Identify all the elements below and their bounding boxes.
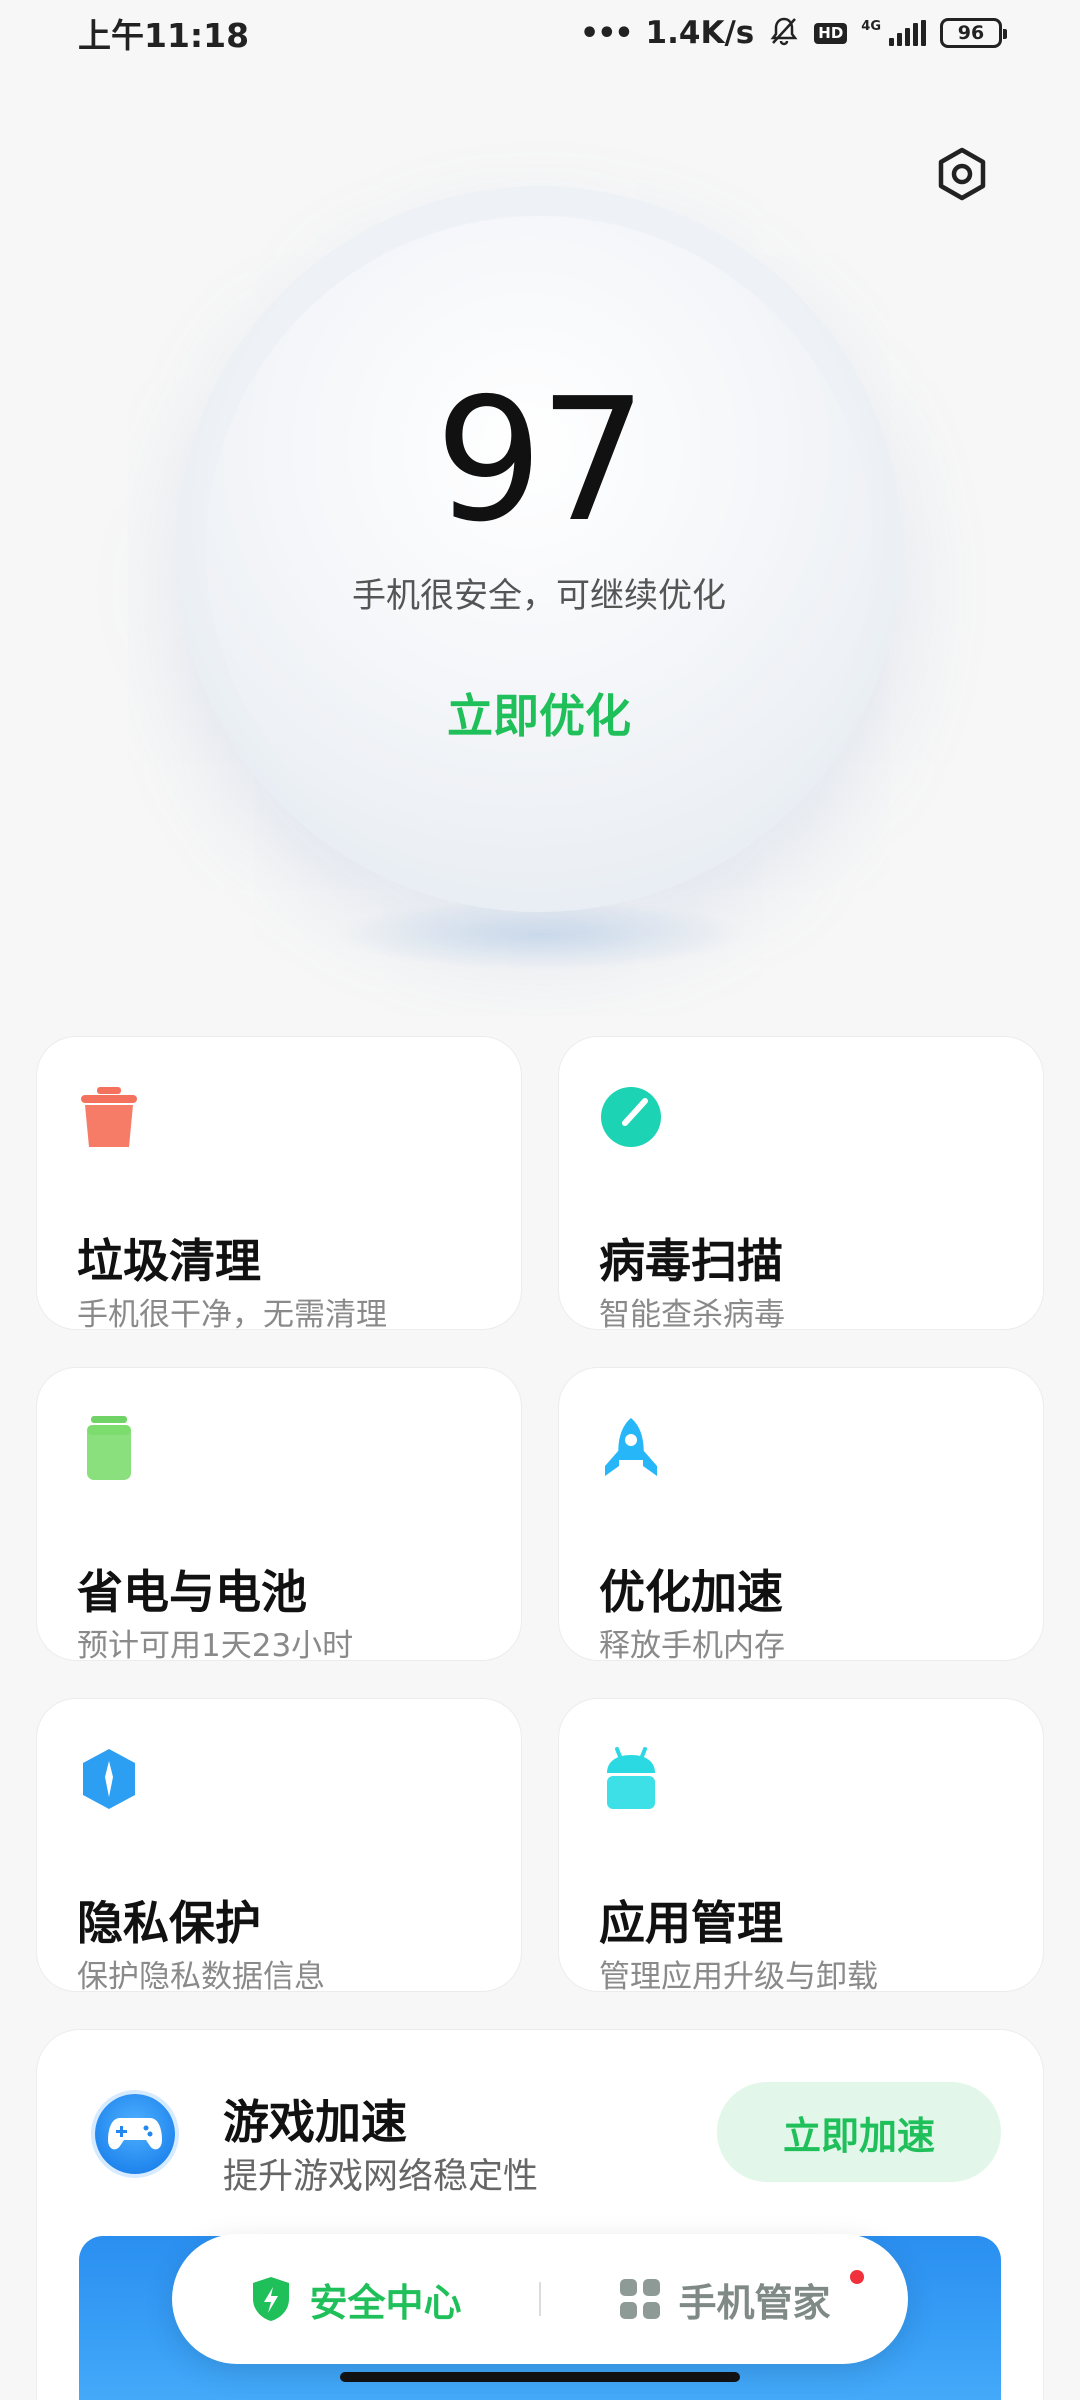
- mute-bell-icon: [768, 15, 800, 51]
- card-subtitle: 保护隐私数据信息: [77, 1959, 325, 1995]
- gamepad-icon: [95, 2094, 175, 2174]
- android-app-icon: [607, 1747, 655, 1809]
- status-icons: ••• 1.4K/s HD 4G 96: [580, 15, 1007, 51]
- security-score: 97: [434, 362, 647, 560]
- battery-icon: [87, 1416, 131, 1480]
- card-app-manager[interactable]: 应用管理 管理应用升级与卸载: [558, 1698, 1044, 1995]
- more-dots-icon: •••: [580, 15, 634, 51]
- virus-scan-icon: [601, 1087, 661, 1147]
- game-boost-subtitle: 提升游戏网络稳定性: [223, 2157, 539, 2197]
- status-bar: 上午11:18 ••• 1.4K/s HD 4G 96: [0, 0, 1080, 66]
- trash-icon: [81, 1087, 137, 1147]
- nav-phone-manager[interactable]: 手机管家: [541, 2234, 908, 2364]
- game-boost-title: 游戏加速: [223, 2095, 407, 2149]
- score-description: 手机很安全，可继续优化: [352, 576, 726, 616]
- card-privacy[interactable]: 隐私保护 保护隐私数据信息: [36, 1698, 522, 1995]
- settings-button[interactable]: [932, 144, 992, 204]
- card-subtitle: 智能查杀病毒: [599, 1297, 785, 1333]
- shield-bolt-icon: [253, 2277, 290, 2321]
- card-title: 病毒扫描: [599, 1234, 783, 1288]
- nav-label: 手机管家: [678, 2280, 831, 2325]
- card-battery[interactable]: 省电与电池 预计可用1天23小时: [36, 1367, 522, 1664]
- network-speed: 1.4K/s: [645, 15, 755, 51]
- home-indicator[interactable]: [340, 2372, 740, 2382]
- bottom-nav: 安全中心 手机管家: [172, 2234, 908, 2364]
- network-type: 4G: [861, 19, 881, 34]
- card-subtitle: 释放手机内存: [599, 1628, 785, 1664]
- grid-apps-icon: [620, 2279, 661, 2319]
- nav-label: 安全中心: [309, 2280, 462, 2325]
- hd-voice-icon: HD: [814, 22, 848, 44]
- card-subtitle: 预计可用1天23小时: [77, 1628, 354, 1664]
- hexagon-settings-icon: [938, 147, 986, 201]
- status-time: 上午11:18: [78, 16, 250, 55]
- privacy-shield-icon: [83, 1749, 135, 1809]
- card-title: 垃圾清理: [77, 1234, 261, 1288]
- nav-security-center[interactable]: 安全中心: [172, 2234, 539, 2364]
- card-title: 省电与电池: [77, 1565, 307, 1619]
- card-subtitle: 管理应用升级与卸载: [599, 1959, 878, 1995]
- card-title: 隐私保护: [77, 1896, 261, 1950]
- card-subtitle: 手机很干净，无需清理: [77, 1297, 387, 1333]
- card-speed-boost[interactable]: 优化加速 释放手机内存: [558, 1367, 1044, 1664]
- optimize-now-button[interactable]: 立即优化: [176, 680, 902, 746]
- card-junk-clean[interactable]: 垃圾清理 手机很干净，无需清理: [36, 1036, 522, 1333]
- boost-now-button[interactable]: 立即加速: [717, 2082, 1001, 2182]
- rocket-icon: [605, 1418, 657, 1476]
- card-title: 应用管理: [599, 1896, 783, 1950]
- card-virus-scan[interactable]: 病毒扫描 智能查杀病毒: [558, 1036, 1044, 1333]
- security-score-ring[interactable]: 97 手机很安全，可继续优化 立即优化: [176, 186, 902, 912]
- battery-indicator: 96: [940, 18, 1007, 48]
- card-title: 优化加速: [599, 1565, 783, 1619]
- signal-icon: [889, 20, 926, 46]
- notification-badge: [850, 2270, 864, 2284]
- security-center-screen: 上午11:18 ••• 1.4K/s HD 4G 96 97 手机很安全，可继续…: [0, 0, 1080, 2400]
